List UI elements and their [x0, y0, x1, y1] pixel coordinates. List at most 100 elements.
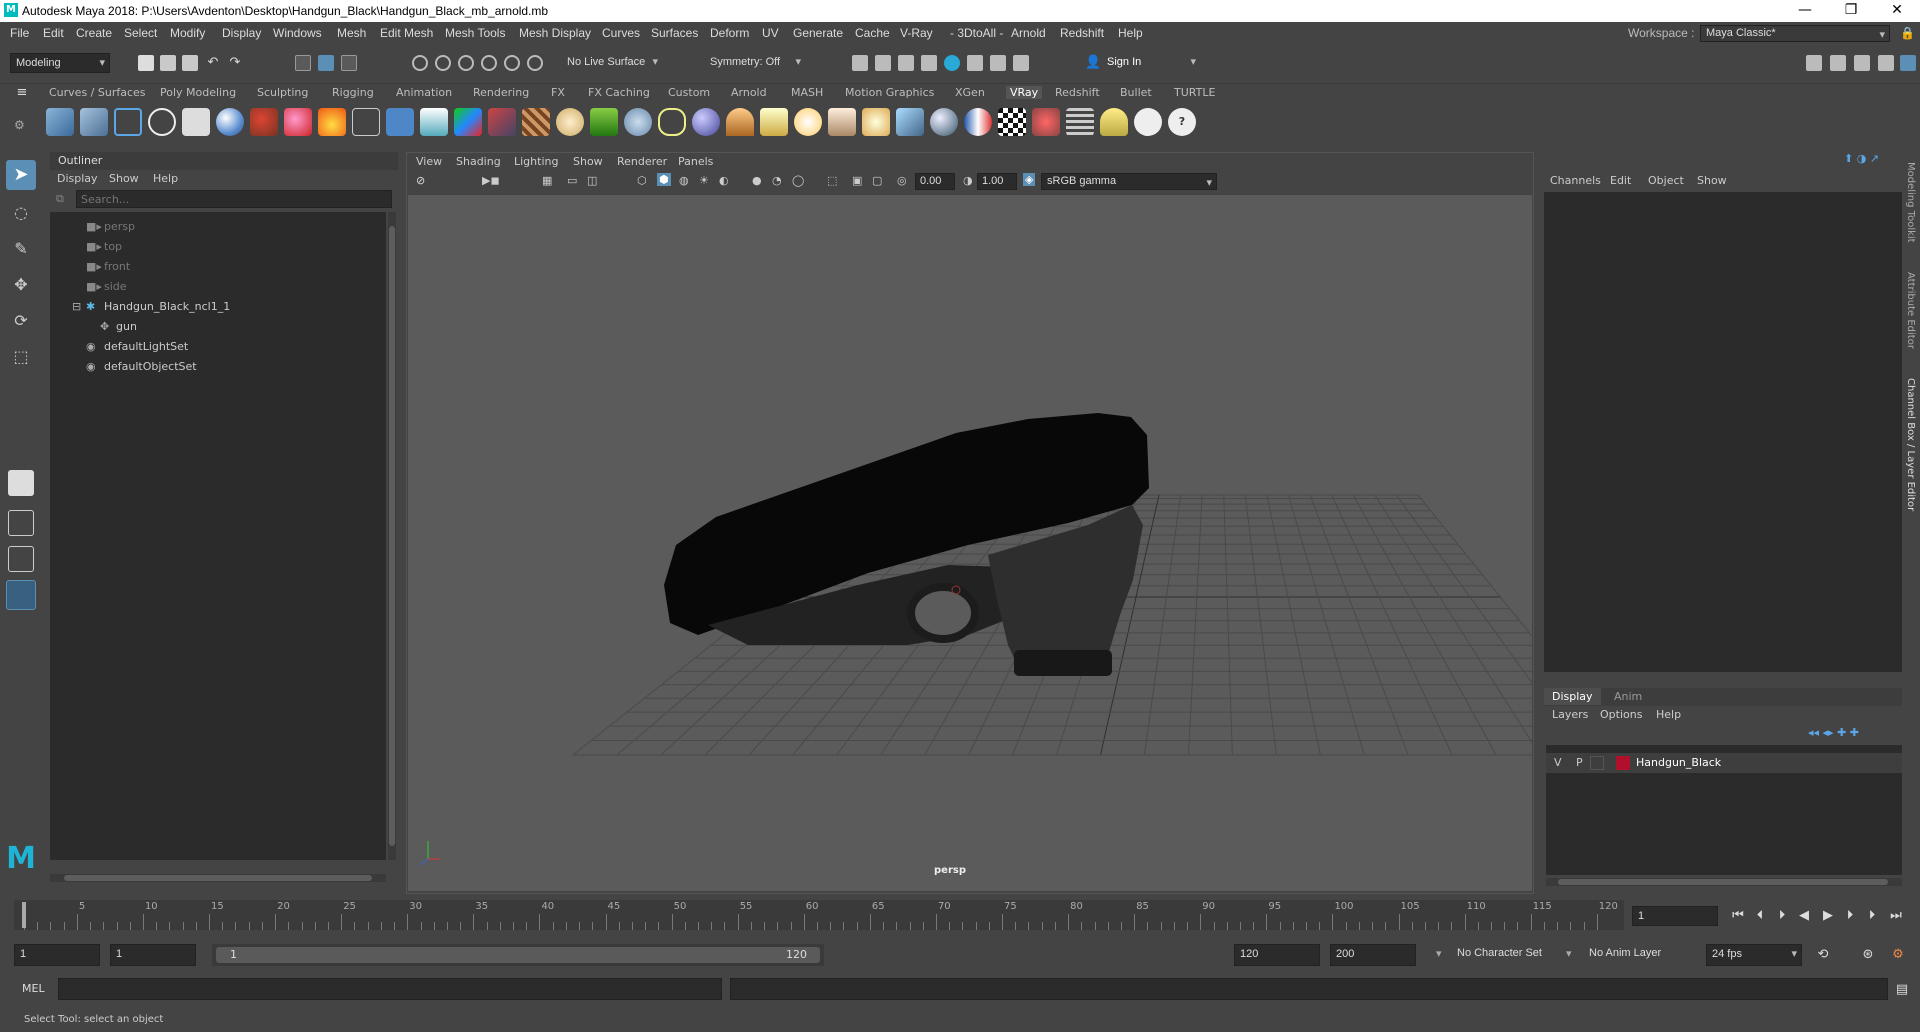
- menu-cache[interactable]: Cache: [855, 26, 890, 40]
- shelf-tab-arnold[interactable]: Arnold: [731, 86, 767, 99]
- outliner-item-top[interactable]: top: [104, 240, 122, 253]
- vray-frame-buffer-shelf-icon[interactable]: [114, 108, 142, 136]
- camera-attributes-icon[interactable]: ▶◼: [482, 174, 500, 187]
- channels-menu-edit[interactable]: Edit: [1610, 174, 1631, 187]
- menu-deform[interactable]: Deform: [710, 26, 749, 40]
- xray-icon[interactable]: ▣: [852, 174, 862, 187]
- character-set-dropdown[interactable]: No Character Set: [1452, 944, 1562, 966]
- shelf-settings-icon[interactable]: ⚙: [14, 118, 25, 132]
- vray-render-settings-icon[interactable]: [46, 108, 74, 136]
- menu-edit[interactable]: Edit: [43, 26, 64, 40]
- outliner-layout-icon[interactable]: [6, 580, 36, 610]
- vray-water-icon[interactable]: [420, 108, 448, 136]
- layer-hscroll-thumb[interactable]: [1558, 879, 1888, 885]
- outliner-menu-show[interactable]: Show: [109, 172, 139, 185]
- symmetry-dropdown[interactable]: Symmetry: Off: [705, 53, 805, 73]
- range-slider[interactable]: 1 120: [212, 944, 824, 966]
- motion-blur-icon[interactable]: ◔: [772, 174, 782, 187]
- menu-curves[interactable]: Curves: [602, 26, 640, 40]
- isolate-select-icon[interactable]: ⬚: [827, 174, 837, 187]
- select-by-component-icon[interactable]: [341, 55, 357, 71]
- layers-menu-help[interactable]: Help: [1656, 708, 1681, 721]
- vray-logo-icon[interactable]: [148, 108, 176, 136]
- outliner-search-input[interactable]: [76, 190, 392, 208]
- vray-ambient-light-icon[interactable]: [930, 108, 958, 136]
- vray-log-icon[interactable]: [182, 108, 210, 136]
- playback-end-field[interactable]: 120: [1234, 944, 1320, 966]
- shelf-tab-fx-caching[interactable]: FX Caching: [588, 86, 650, 99]
- snap-grid-icon[interactable]: [412, 55, 428, 71]
- auto-key-icon[interactable]: ⊛: [1860, 947, 1876, 963]
- outliner-hscroll-thumb[interactable]: [64, 875, 372, 881]
- script-editor-icon[interactable]: ▤: [1894, 982, 1910, 998]
- make-live-icon[interactable]: [527, 55, 543, 71]
- shelf-tab-sculpting[interactable]: Sculpting: [257, 86, 308, 99]
- grid-toggle-icon[interactable]: ▦: [542, 174, 552, 187]
- attribute-editor-icon[interactable]: [1830, 55, 1846, 71]
- outliner-menu-display[interactable]: Display: [57, 172, 98, 185]
- step-forward-key-icon[interactable]: ⏵: [1864, 908, 1880, 924]
- menu-uv[interactable]: UV: [762, 26, 779, 40]
- vray-render-elements-icon[interactable]: [1032, 108, 1060, 136]
- menu-redshift[interactable]: Redshift: [1060, 26, 1104, 40]
- move-tool-icon[interactable]: ✥: [6, 270, 36, 300]
- two-view-layout-icon[interactable]: [8, 546, 34, 572]
- snap-curve-icon[interactable]: [435, 55, 451, 71]
- outliner-item-default-object-set[interactable]: defaultObjectSet: [104, 360, 197, 373]
- film-gate-icon[interactable]: ▭: [567, 174, 577, 187]
- shelf-tab-redshift[interactable]: Redshift: [1055, 86, 1100, 99]
- menu-help[interactable]: Help: [1118, 26, 1143, 40]
- outliner-filter-icon[interactable]: ⧉: [56, 192, 64, 206]
- shelf-tab-motion-graphics[interactable]: Motion Graphics: [845, 86, 934, 99]
- gamma-field[interactable]: 1.00: [977, 173, 1017, 190]
- step-back-frame-icon[interactable]: ⏵: [1774, 908, 1790, 924]
- command-language-label[interactable]: MEL: [22, 982, 45, 995]
- layer-color-swatch[interactable]: [1616, 756, 1630, 770]
- open-scene-icon[interactable]: [160, 55, 176, 71]
- vray-checker-icon[interactable]: [998, 108, 1026, 136]
- minimize-button[interactable]: —: [1782, 0, 1828, 22]
- viewport-menu-panels[interactable]: Panels: [678, 155, 713, 168]
- channels-menu-show[interactable]: Show: [1697, 174, 1727, 187]
- layer-playback-toggle[interactable]: P: [1576, 756, 1583, 769]
- shelf-tab-mash[interactable]: MASH: [791, 86, 823, 99]
- vray-cloud-icon[interactable]: [1134, 108, 1162, 136]
- shelf-tab-poly-modeling[interactable]: Poly Modeling: [160, 86, 236, 99]
- shelf-tab-vray[interactable]: VRay: [1006, 86, 1043, 99]
- vray-dome-light-icon[interactable]: [556, 108, 584, 136]
- live-surface-field[interactable]: No Live Surface: [562, 53, 662, 73]
- viewport-menu-view[interactable]: View: [416, 155, 442, 168]
- layer-name[interactable]: Handgun_Black: [1636, 756, 1721, 769]
- go-to-start-icon[interactable]: ⏮: [1730, 908, 1746, 924]
- render-settings-icon[interactable]: [898, 55, 914, 71]
- undo-icon[interactable]: ↶: [205, 55, 221, 71]
- vray-sun-light-icon[interactable]: [794, 108, 822, 136]
- single-perspective-view-icon[interactable]: [8, 470, 34, 496]
- layer-row[interactable]: V P Handgun_Black: [1546, 753, 1902, 773]
- ambient-occlusion-icon[interactable]: ●: [752, 174, 762, 187]
- exposure-icon[interactable]: ◎: [897, 174, 907, 187]
- paint-select-icon[interactable]: ✎: [6, 234, 36, 264]
- menu-select[interactable]: Select: [124, 26, 157, 40]
- channel-box-toggle-icon[interactable]: [1878, 55, 1894, 71]
- save-scene-icon[interactable]: [182, 55, 198, 71]
- layer-visibility-toggle[interactable]: V: [1554, 756, 1562, 769]
- menu-vray[interactable]: V-Ray: [900, 26, 933, 40]
- vray-prism-icon[interactable]: [454, 108, 482, 136]
- view-transform-dropdown[interactable]: sRGB gamma: [1041, 173, 1217, 190]
- color-management-icon[interactable]: ◈: [1023, 173, 1036, 186]
- shelf-tab-curves-surfaces[interactable]: Curves / Surfaces: [49, 86, 146, 99]
- vray-fire-icon[interactable]: [318, 108, 346, 136]
- shelf-tab-fx[interactable]: FX: [551, 86, 565, 99]
- layer-tab-display[interactable]: Display: [1544, 688, 1601, 705]
- wireframe-icon[interactable]: ⬡: [637, 174, 647, 187]
- outliner-item-side[interactable]: side: [104, 280, 127, 293]
- viewport-canvas[interactable]: persp: [408, 195, 1532, 891]
- vray-car-paint-icon[interactable]: [284, 108, 312, 136]
- vray-spot-light-icon[interactable]: [760, 108, 788, 136]
- render-icon[interactable]: [852, 55, 868, 71]
- select-tool-icon[interactable]: ➤: [6, 160, 36, 190]
- scale-tool-icon[interactable]: ⬚: [6, 342, 36, 372]
- vray-dome-icon[interactable]: [726, 108, 754, 136]
- vray-proxy-icon[interactable]: [386, 108, 414, 136]
